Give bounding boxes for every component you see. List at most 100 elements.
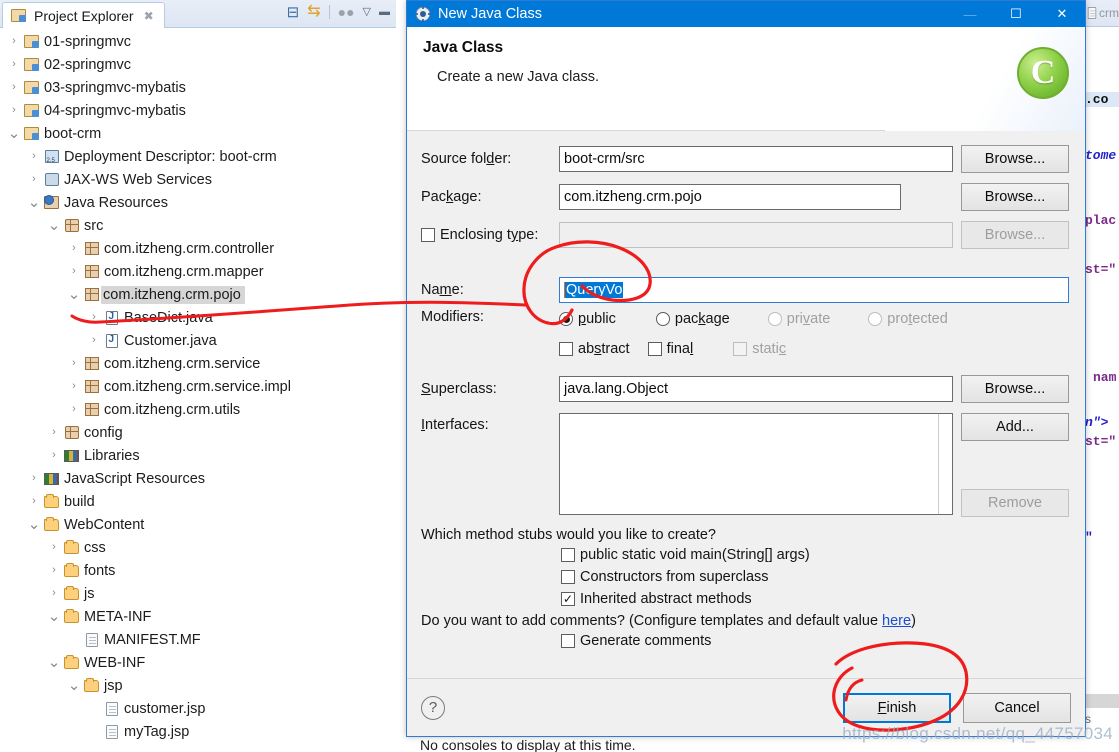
tree-item[interactable]: › BaseDict.java — [0, 306, 396, 329]
tree-item[interactable]: › css — [0, 536, 396, 559]
chevron-right-icon[interactable]: › — [6, 82, 22, 93]
chevron-right-icon[interactable]: › — [86, 312, 102, 323]
checkbox-main-method[interactable]: public static void main(String[] args) — [561, 547, 1069, 563]
chevron-down-icon[interactable]: ⌄ — [26, 195, 42, 210]
chevron-right-icon[interactable]: › — [46, 450, 62, 461]
tree-item[interactable]: › config — [0, 421, 396, 444]
chevron-down-icon[interactable]: ⌄ — [6, 126, 22, 141]
chevron-right-icon[interactable]: › — [6, 105, 22, 116]
tree-item[interactable]: ⌄ WEB-INF — [0, 651, 396, 674]
chevron-right-icon[interactable]: › — [46, 542, 62, 553]
source-folder-input[interactable]: boot-crm/src — [559, 146, 953, 172]
tree-item[interactable]: › Customer.java — [0, 329, 396, 352]
radio-package[interactable]: package — [655, 311, 730, 327]
close-button[interactable]: ✕ — [1039, 1, 1085, 27]
enclosing-type-browse-button[interactable]: Browse... — [961, 221, 1069, 249]
chevron-down-icon[interactable]: ⌄ — [26, 517, 42, 532]
chevron-down-icon[interactable]: ⌄ — [46, 655, 62, 670]
checkbox-generate-comments[interactable]: Generate comments — [561, 633, 1069, 649]
tree-item[interactable]: › com.itzheng.crm.mapper — [0, 260, 396, 283]
chevron-right-icon[interactable]: › — [66, 404, 82, 415]
configure-templates-link[interactable]: here — [882, 613, 911, 629]
chevron-down-icon[interactable]: ⌄ — [66, 287, 82, 302]
minimize-button[interactable]: — — [947, 1, 993, 27]
package-browse-button[interactable]: Browse... — [961, 183, 1069, 211]
interfaces-add-button[interactable]: Add... — [961, 413, 1069, 441]
tree-item[interactable]: › js — [0, 582, 396, 605]
enclosing-type-checkbox[interactable] — [421, 228, 435, 242]
enclosing-type-input[interactable] — [559, 222, 953, 248]
chevron-right-icon[interactable]: › — [26, 174, 42, 185]
tree-item[interactable]: ⌄ src — [0, 214, 396, 237]
interfaces-list[interactable] — [559, 413, 953, 515]
checkbox-constructors[interactable]: Constructors from superclass — [561, 569, 1069, 585]
minimize-view-icon[interactable]: ▬ — [379, 6, 390, 18]
editor-tab[interactable]: crm — [1085, 0, 1119, 27]
checkbox-inherited-abstract[interactable]: ✓ Inherited abstract methods — [561, 591, 1069, 607]
tree-item[interactable]: › build — [0, 490, 396, 513]
tree-item[interactable]: › Deployment Descriptor: boot-crm — [0, 145, 396, 168]
view-menu-icon[interactable]: ▽ — [363, 6, 371, 18]
editor-scrollbar[interactable] — [1085, 694, 1119, 708]
checkbox-abstract[interactable]: abstract — [559, 341, 630, 357]
tree-item[interactable]: ⌄ Java Resources — [0, 191, 396, 214]
checkbox-final[interactable]: final — [647, 341, 693, 357]
chevron-down-icon[interactable]: ⌄ — [46, 609, 62, 624]
chevron-right-icon[interactable]: › — [26, 473, 42, 484]
interfaces-scrollbar[interactable] — [938, 414, 952, 514]
tree-item[interactable]: MANIFEST.MF — [0, 628, 396, 651]
chevron-right-icon[interactable]: › — [66, 266, 82, 277]
superclass-browse-button[interactable]: Browse... — [961, 375, 1069, 403]
cancel-button[interactable]: Cancel — [963, 692, 1071, 723]
tree-item[interactable]: › com.itzheng.crm.utils — [0, 398, 396, 421]
name-input[interactable]: QueryVo — [559, 277, 1069, 303]
chevron-right-icon[interactable]: › — [86, 335, 102, 346]
tab-project-explorer[interactable]: Project Explorer ✖ — [2, 2, 165, 28]
tree-item[interactable]: › fonts — [0, 559, 396, 582]
tree-item[interactable]: ⌄ com.itzheng.crm.pojo — [0, 283, 396, 306]
interfaces-remove-button[interactable]: Remove — [961, 489, 1069, 517]
tree-item[interactable]: ⌄ WebContent — [0, 513, 396, 536]
tree-item[interactable]: › com.itzheng.crm.controller — [0, 237, 396, 260]
tree-item[interactable]: › 04-springmvc-mybatis — [0, 99, 396, 122]
tree-item[interactable]: › com.itzheng.crm.service.impl — [0, 375, 396, 398]
tree-item[interactable]: myTag.jsp — [0, 720, 396, 743]
tree-item[interactable]: › JavaScript Resources — [0, 467, 396, 490]
maximize-button[interactable]: ☐ — [993, 1, 1039, 27]
project-tree[interactable]: › 01-springmvc › 02-springmvc › 03-springmvc-… — [0, 28, 396, 752]
tree-item[interactable]: ⌄ META-INF — [0, 605, 396, 628]
tree-item[interactable]: ⌄ jsp — [0, 674, 396, 697]
chevron-right-icon[interactable]: › — [46, 427, 62, 438]
radio-private[interactable]: private — [767, 311, 830, 327]
tree-item[interactable]: › 01-springmvc — [0, 30, 396, 53]
tree-item[interactable]: ⌄ boot-crm — [0, 122, 396, 145]
collapse-all-icon[interactable]: ⊟ — [287, 5, 300, 20]
tree-item[interactable]: › com.itzheng.crm.service — [0, 352, 396, 375]
chevron-right-icon[interactable]: › — [66, 243, 82, 254]
chevron-right-icon[interactable]: › — [26, 151, 42, 162]
chevron-right-icon[interactable]: › — [66, 358, 82, 369]
superclass-input[interactable]: java.lang.Object — [559, 376, 953, 402]
close-icon[interactable]: ✖ — [144, 9, 154, 23]
checkbox-static[interactable]: static — [733, 341, 786, 357]
chevron-down-icon[interactable]: ⌄ — [46, 218, 62, 233]
tree-item[interactable]: › JAX-WS Web Services — [0, 168, 396, 191]
chevron-right-icon[interactable]: › — [66, 381, 82, 392]
chevron-down-icon[interactable]: ⌄ — [66, 678, 82, 693]
source-folder-browse-button[interactable]: Browse... — [961, 145, 1069, 173]
radio-protected[interactable]: protected — [868, 311, 948, 327]
chevron-right-icon[interactable]: › — [6, 36, 22, 47]
help-icon[interactable]: ? — [421, 695, 445, 720]
chevron-right-icon[interactable]: › — [26, 496, 42, 507]
focus-on-active-task-icon[interactable]: ●● — [338, 5, 355, 19]
package-input[interactable]: com.itzheng.crm.pojo — [559, 184, 901, 210]
chevron-right-icon[interactable]: › — [46, 565, 62, 576]
tree-item[interactable]: › 03-springmvc-mybatis — [0, 76, 396, 99]
tree-item[interactable]: › 02-springmvc — [0, 53, 396, 76]
radio-public[interactable]: public — [559, 311, 616, 327]
tree-item[interactable]: customer.jsp — [0, 697, 396, 720]
tree-item[interactable]: › Libraries — [0, 444, 396, 467]
dialog-titlebar[interactable]: New Java Class — ☐ ✕ — [407, 1, 1085, 27]
chevron-right-icon[interactable]: › — [46, 588, 62, 599]
chevron-right-icon[interactable]: › — [6, 59, 22, 70]
